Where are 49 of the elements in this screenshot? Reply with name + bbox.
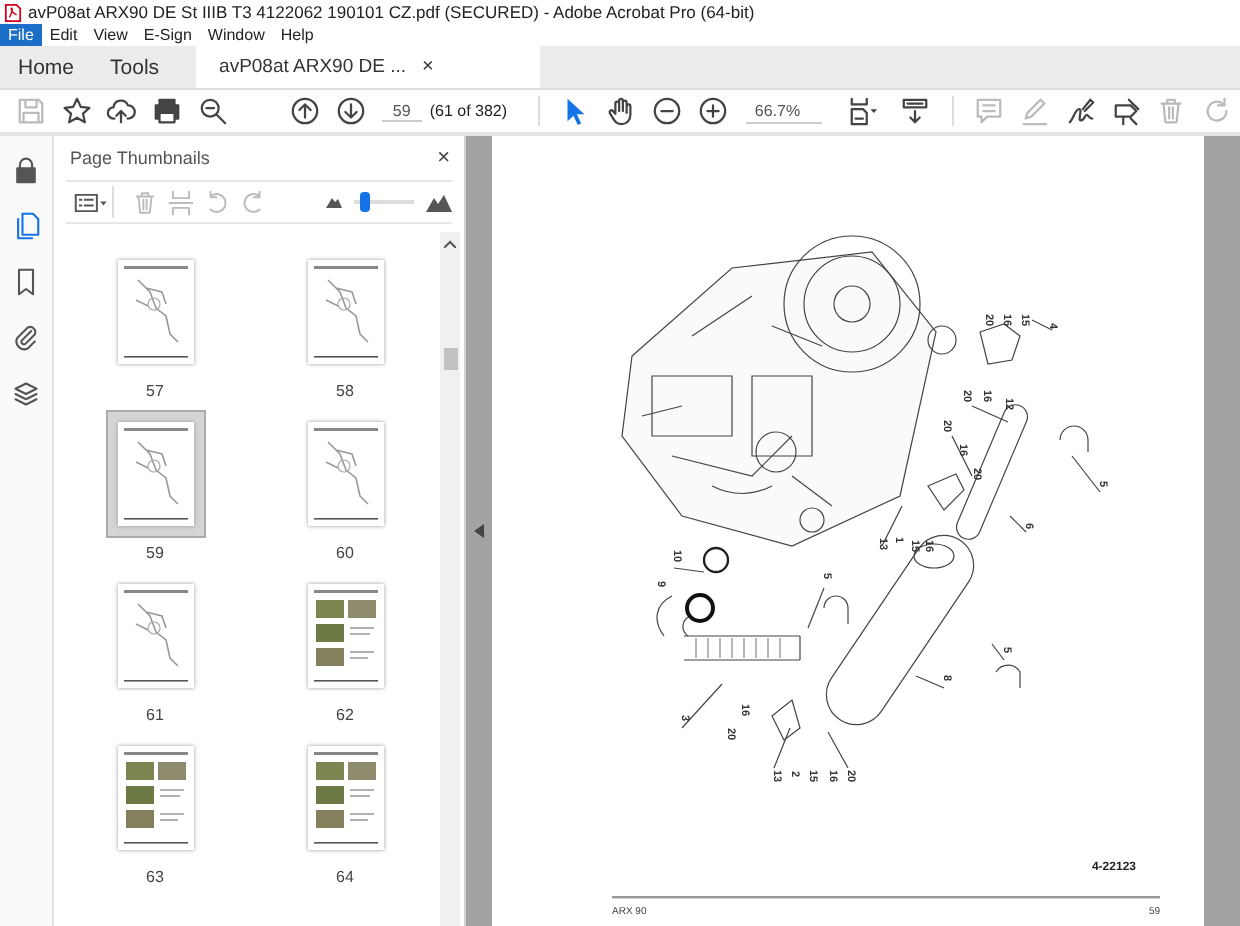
scrollbar[interactable] bbox=[440, 232, 460, 926]
leader-line bbox=[807, 587, 825, 629]
leader-line bbox=[915, 675, 945, 689]
menu-item[interactable]: View bbox=[85, 24, 136, 46]
leader-line bbox=[1071, 455, 1101, 493]
page-number-label: 61 bbox=[146, 706, 164, 724]
leader-line bbox=[681, 683, 723, 729]
page-thumbnail[interactable] bbox=[105, 410, 205, 538]
menu-item[interactable]: Help bbox=[272, 24, 322, 46]
large-mountain-icon bbox=[426, 193, 452, 211]
page-number-label: 57 bbox=[146, 382, 164, 400]
leader-line bbox=[1031, 319, 1053, 331]
small-mountain-icon bbox=[326, 196, 342, 208]
tab[interactable]: Home bbox=[0, 46, 93, 88]
zoom-dropdown[interactable]: 66.7% bbox=[746, 99, 823, 123]
page-number-label: 62 bbox=[336, 706, 354, 724]
window-title: avP08at ARX90 DE St IIIB T3 4122062 190101 CZ.pdf (SECURED) - Adobe Acrobat Pro (64-bit) bbox=[28, 2, 755, 22]
page-number-label: 64 bbox=[336, 868, 354, 886]
tab-label: Home bbox=[18, 55, 75, 79]
close-button[interactable]: × bbox=[437, 146, 450, 170]
page-number-label: 58 bbox=[336, 382, 354, 400]
scrollbar-thumb[interactable] bbox=[443, 348, 457, 370]
leader-line bbox=[673, 567, 705, 573]
close-tab-button[interactable]: × bbox=[422, 56, 434, 78]
leader-line bbox=[827, 731, 849, 769]
page-number-label: 59 bbox=[146, 544, 164, 562]
menu-item[interactable]: E-Sign bbox=[135, 24, 200, 46]
leader-line bbox=[951, 435, 973, 477]
collapse-arrow-icon[interactable] bbox=[474, 524, 484, 538]
page-number-label: 63 bbox=[146, 868, 164, 886]
tab[interactable]: avP08at ARX90 DE ... × bbox=[195, 46, 540, 88]
panel-title: Page Thumbnails bbox=[70, 148, 210, 168]
tab-label: Tools bbox=[110, 55, 160, 79]
pdf-app-icon bbox=[4, 3, 22, 21]
page-number-field[interactable]: 59 bbox=[381, 101, 422, 121]
leader-line bbox=[881, 505, 903, 547]
leader-line bbox=[1009, 515, 1027, 533]
leader-line bbox=[971, 405, 1009, 423]
menu-item[interactable]: File bbox=[0, 24, 42, 46]
page-number-label: 60 bbox=[336, 544, 354, 562]
thumbnail-options-icon[interactable] bbox=[70, 186, 114, 218]
page-count: (61 of 382) bbox=[429, 102, 508, 120]
menu-item[interactable]: Edit bbox=[41, 24, 86, 46]
leader-line bbox=[773, 727, 791, 769]
tab-label: avP08at ARX90 DE ... bbox=[219, 56, 407, 78]
leader-line bbox=[991, 643, 1005, 661]
tab[interactable]: Tools bbox=[92, 46, 178, 88]
thumbnail-size-slider[interactable] bbox=[354, 192, 414, 212]
menu-item[interactable]: Window bbox=[199, 24, 273, 46]
